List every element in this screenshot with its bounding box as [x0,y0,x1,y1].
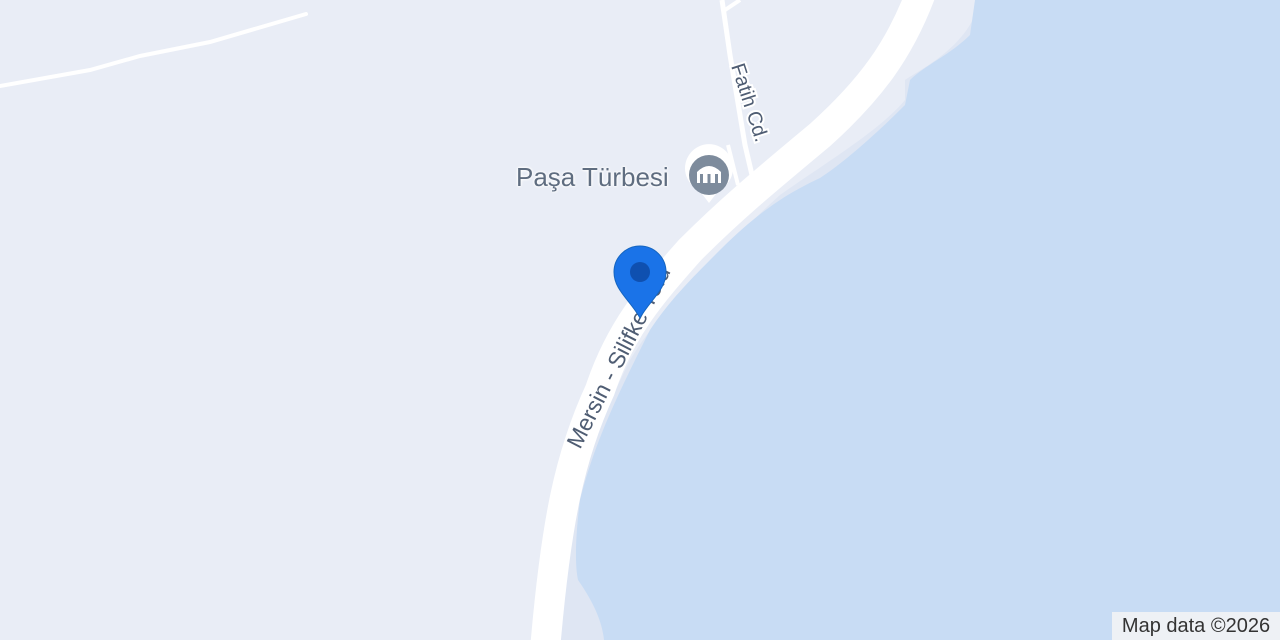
map-canvas[interactable]: Mersin - Silifke Yolu Fatih Cd. [0,0,1280,640]
poi-label[interactable]: Paşa Türbesi [516,162,669,193]
map-attribution: Map data ©2026 [1112,612,1280,640]
